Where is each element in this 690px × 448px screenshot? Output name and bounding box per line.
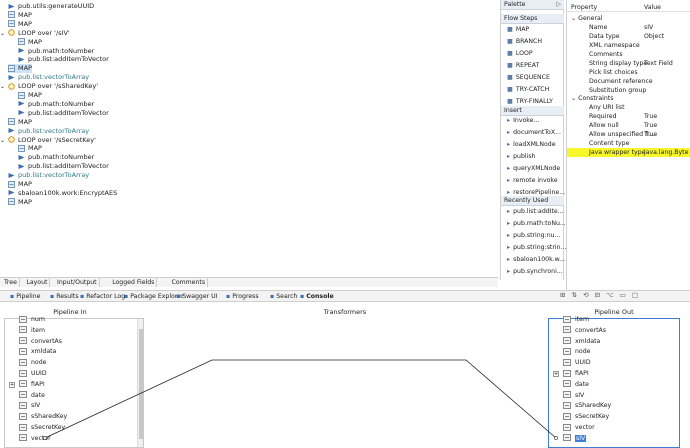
pipeline-links	[43, 359, 558, 440]
link-endpoint	[43, 436, 47, 440]
map-link[interactable]	[44, 359, 557, 439]
link-endpoint	[554, 436, 558, 440]
